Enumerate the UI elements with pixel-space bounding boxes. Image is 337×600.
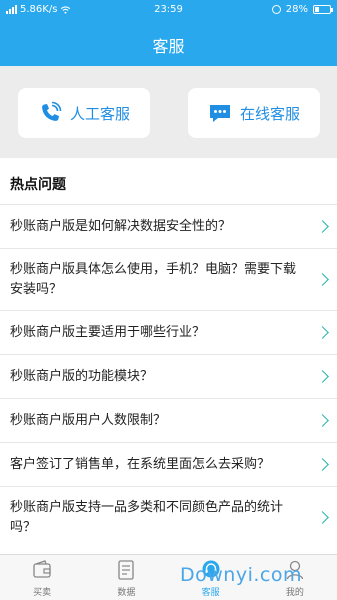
faq-title: 热点问题	[10, 177, 66, 193]
tab-label: 买卖	[33, 588, 52, 598]
faq-item[interactable]: 秒账商户版的功能模块？	[0, 354, 337, 398]
status-bar: 5.86K/s 23:59 28%	[0, 0, 337, 20]
chevron-right-icon	[316, 325, 329, 339]
faq-question: 客户签订了销售单，在系统里面怎么去采购？	[10, 456, 271, 472]
status-right: 28%	[271, 4, 333, 15]
faq-question: 秒账商户版是如何解决数据安全性的？	[10, 218, 232, 234]
tab-label: 客服	[201, 588, 220, 598]
tab-label: 我的	[285, 588, 304, 598]
chevron-right-icon	[316, 369, 329, 383]
battery-icon	[313, 5, 333, 14]
faq-item[interactable]: 客户签订了销售单，在系统里面怎么去采购？	[0, 442, 337, 486]
faq-item[interactable]: 秒账商户版用户人数限制？	[0, 398, 337, 442]
app-header: 客服	[0, 20, 337, 66]
chevron-right-icon	[316, 413, 329, 427]
faq-list: 秒账商户版是如何解决数据安全性的？ 秒账商户版具体怎么使用，手机？电脑？需要下载…	[0, 204, 337, 548]
faq-question: 秒账商户版具体怎么使用，手机？电脑？需要下载安装吗？	[10, 261, 297, 297]
online-service-label: 在线客服	[239, 104, 300, 123]
alarm-icon	[271, 5, 281, 14]
chevron-right-icon	[316, 457, 329, 471]
faq-question: 秒账商户版支持一品多类和不同颜色产品的统计吗？	[10, 499, 284, 535]
tab-label: 数据	[117, 588, 136, 598]
chevron-right-icon	[316, 272, 329, 286]
online-service-button[interactable]: 在线客服	[188, 88, 320, 138]
faq-item[interactable]: 秒账商户版支持一品多类和不同颜色产品的统计吗？	[0, 486, 337, 548]
chevron-right-icon	[316, 219, 329, 233]
phone-icon	[42, 101, 62, 121]
faq-question: 秒账商户版用户人数限制？	[10, 412, 167, 428]
wallet-icon	[33, 560, 51, 578]
faq-question: 秒账商户版主要适用于哪些行业？	[10, 324, 206, 340]
document-icon	[118, 560, 135, 580]
page-title: 客服	[152, 37, 185, 56]
service-button-area: 人工客服 在线客服	[0, 66, 337, 158]
faq-item[interactable]: 秒账商户版是如何解决数据安全性的？	[0, 204, 337, 248]
faq-item[interactable]: 秒账商户版具体怎么使用，手机？电脑？需要下载安装吗？	[0, 248, 337, 310]
watermark: Downyi.com	[180, 564, 302, 586]
faq-question: 秒账商户版的功能模块？	[10, 368, 154, 384]
chevron-right-icon	[316, 510, 329, 524]
human-service-label: 人工客服	[69, 104, 130, 123]
tab-data[interactable]: 数据	[84, 555, 168, 600]
chat-bubble-icon	[209, 105, 230, 122]
battery-percent: 28%	[285, 4, 308, 15]
tab-buy-sell[interactable]: 买卖	[0, 555, 84, 600]
faq-section: 热点问题 秒账商户版是如何解决数据安全性的？ 秒账商户版具体怎么使用，手机？电脑…	[0, 158, 337, 554]
human-service-button[interactable]: 人工客服	[18, 88, 150, 138]
faq-item[interactable]: 秒账商户版主要适用于哪些行业？	[0, 310, 337, 354]
